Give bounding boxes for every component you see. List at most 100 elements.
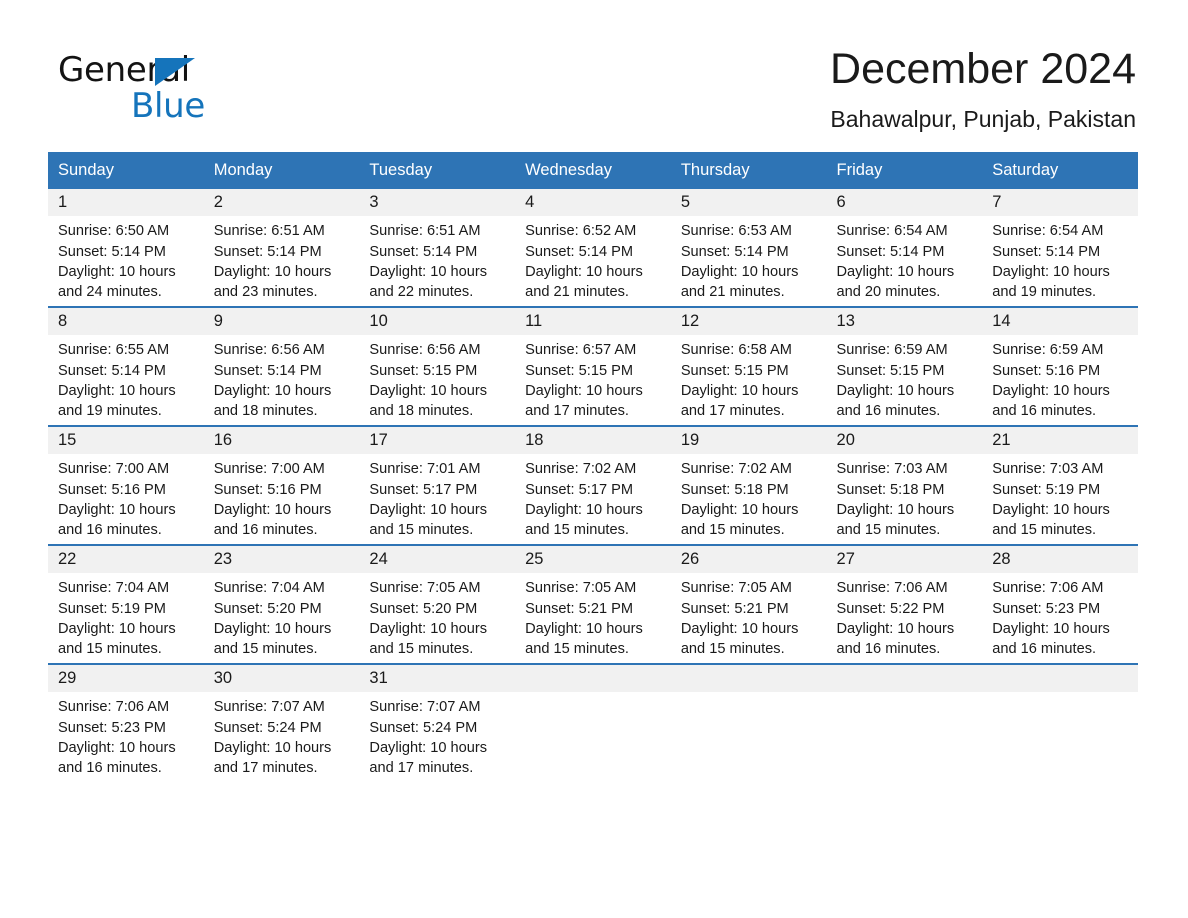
sunset-text: Sunset: 5:18 PM: [836, 481, 945, 498]
day-cell[interactable]: 28 Sunrise: 7:06 AM Sunset: 5:23 PM Dayl…: [982, 544, 1138, 665]
day-cell[interactable]: 29 Sunrise: 7:06 AM Sunset: 5:23 PM Dayl…: [48, 663, 204, 783]
weekday-header-saturday: Saturday: [982, 152, 1138, 190]
sunset-text: Sunset: 5:15 PM: [369, 362, 478, 379]
day-cell[interactable]: 26 Sunrise: 7:05 AM Sunset: 5:21 PM Dayl…: [670, 544, 827, 665]
daylight-text-line2: and 16 minutes.: [213, 521, 318, 538]
day-number: 3: [359, 189, 516, 217]
day-cell[interactable]: 5 Sunrise: 6:53 AM Sunset: 5:14 PM Dayli…: [670, 189, 827, 307]
sunset-text: Sunset: 5:19 PM: [58, 600, 166, 617]
day-number: 4: [515, 189, 671, 217]
day-cell[interactable]: 24 Sunrise: 7:05 AM Sunset: 5:20 PM Dayl…: [359, 544, 516, 665]
day-cell[interactable]: 23 Sunrise: 7:04 AM Sunset: 5:20 PM Dayl…: [203, 544, 360, 665]
sunrise-text: Sunrise: 7:03 AM: [992, 461, 1104, 478]
daylight-text-line1: Daylight: 10 hours: [58, 620, 176, 637]
day-cell[interactable]: 10 Sunrise: 6:56 AM Sunset: 5:15 PM Dayl…: [359, 306, 516, 427]
sunrise-text: Sunrise: 6:57 AM: [525, 342, 637, 359]
sunrise-text: Sunrise: 6:55 AM: [58, 342, 170, 359]
day-number: 29: [48, 665, 204, 693]
daylight-text-line2: and 15 minutes.: [369, 521, 474, 538]
day-cell[interactable]: 30 Sunrise: 7:07 AM Sunset: 5:24 PM Dayl…: [203, 663, 360, 783]
day-info: [671, 692, 827, 697]
day-number: 5: [670, 189, 827, 217]
day-cell[interactable]: 7 Sunrise: 6:54 AM Sunset: 5:14 PM Dayli…: [982, 189, 1138, 307]
calendar-week-row: 1 Sunrise: 6:50 AM Sunset: 5:14 PM Dayli…: [48, 189, 1138, 307]
day-info: Sunrise: 7:04 AM Sunset: 5:20 PM Dayligh…: [204, 573, 360, 658]
day-cell[interactable]: 16 Sunrise: 7:00 AM Sunset: 5:16 PM Dayl…: [203, 425, 360, 546]
day-cell-empty: [982, 663, 1138, 783]
calendar-week-row: 22 Sunrise: 7:04 AM Sunset: 5:19 PM Dayl…: [48, 544, 1138, 665]
day-cell[interactable]: 11 Sunrise: 6:57 AM Sunset: 5:15 PM Dayl…: [515, 306, 671, 427]
day-number: 10: [359, 308, 516, 336]
day-cell[interactable]: 4 Sunrise: 6:52 AM Sunset: 5:14 PM Dayli…: [515, 189, 671, 307]
day-number: 22: [48, 546, 204, 574]
sunrise-text: Sunrise: 6:51 AM: [213, 223, 325, 240]
day-info: Sunrise: 6:59 AM Sunset: 5:16 PM Dayligh…: [982, 335, 1138, 420]
day-cell[interactable]: 13 Sunrise: 6:59 AM Sunset: 5:15 PM Dayl…: [826, 306, 983, 427]
sunrise-text: Sunrise: 7:00 AM: [213, 461, 325, 478]
day-info: Sunrise: 7:06 AM Sunset: 5:22 PM Dayligh…: [827, 573, 983, 658]
day-cell[interactable]: 22 Sunrise: 7:04 AM Sunset: 5:19 PM Dayl…: [48, 544, 204, 665]
daylight-text-line1: Daylight: 10 hours: [213, 263, 332, 280]
day-cell[interactable]: 21 Sunrise: 7:03 AM Sunset: 5:19 PM Dayl…: [982, 425, 1138, 546]
sunrise-text: Sunrise: 6:58 AM: [680, 342, 792, 359]
day-cell[interactable]: 17 Sunrise: 7:01 AM Sunset: 5:17 PM Dayl…: [359, 425, 516, 546]
day-info: Sunrise: 7:02 AM Sunset: 5:17 PM Dayligh…: [515, 454, 671, 539]
day-cell[interactable]: 20 Sunrise: 7:03 AM Sunset: 5:18 PM Dayl…: [826, 425, 983, 546]
daylight-text-line2: and 16 minutes.: [992, 640, 1097, 657]
day-cell[interactable]: 1 Sunrise: 6:50 AM Sunset: 5:14 PM Dayli…: [48, 189, 204, 307]
weekday-header-sunday: Sunday: [48, 152, 204, 190]
daylight-text-line2: and 21 minutes.: [525, 283, 629, 300]
daylight-text-line1: Daylight: 10 hours: [213, 382, 332, 399]
day-number: 25: [515, 546, 671, 574]
daylight-text-line1: Daylight: 10 hours: [525, 263, 643, 280]
sunrise-text: Sunrise: 6:50 AM: [58, 223, 170, 240]
daylight-text-line1: Daylight: 10 hours: [525, 501, 643, 518]
day-number: 2: [203, 189, 360, 217]
day-cell[interactable]: 19 Sunrise: 7:02 AM Sunset: 5:18 PM Dayl…: [670, 425, 827, 546]
day-number: 17: [359, 427, 516, 455]
day-cell[interactable]: 27 Sunrise: 7:06 AM Sunset: 5:22 PM Dayl…: [826, 544, 983, 665]
generalblue-logo: General Blue: [58, 44, 298, 126]
day-number: 15: [48, 427, 204, 455]
sunset-text: Sunset: 5:14 PM: [680, 243, 789, 260]
sunrise-text: Sunrise: 7:07 AM: [213, 699, 325, 716]
day-cell[interactable]: 2 Sunrise: 6:51 AM Sunset: 5:14 PM Dayli…: [203, 189, 360, 307]
day-info: [827, 692, 983, 697]
day-info: Sunrise: 6:52 AM Sunset: 5:14 PM Dayligh…: [515, 216, 671, 301]
sunrise-text: Sunrise: 7:01 AM: [369, 461, 481, 478]
sunset-text: Sunset: 5:15 PM: [680, 362, 789, 379]
day-number: 24: [359, 546, 516, 574]
day-cell[interactable]: 3 Sunrise: 6:51 AM Sunset: 5:14 PM Dayli…: [359, 189, 516, 307]
day-number: 23: [203, 546, 360, 574]
day-cell[interactable]: 12 Sunrise: 6:58 AM Sunset: 5:15 PM Dayl…: [670, 306, 827, 427]
sunset-text: Sunset: 5:14 PM: [992, 243, 1101, 260]
sunrise-text: Sunrise: 7:03 AM: [836, 461, 948, 478]
day-info: Sunrise: 7:00 AM Sunset: 5:16 PM Dayligh…: [48, 454, 204, 539]
day-info: Sunrise: 6:59 AM Sunset: 5:15 PM Dayligh…: [827, 335, 983, 420]
day-cell-empty: [515, 663, 671, 783]
sunrise-text: Sunrise: 7:00 AM: [58, 461, 170, 478]
day-cell[interactable]: 8 Sunrise: 6:55 AM Sunset: 5:14 PM Dayli…: [48, 306, 204, 427]
sunrise-text: Sunrise: 7:04 AM: [58, 580, 170, 597]
day-cell[interactable]: 9 Sunrise: 6:56 AM Sunset: 5:14 PM Dayli…: [203, 306, 360, 427]
day-cell[interactable]: 31 Sunrise: 7:07 AM Sunset: 5:24 PM Dayl…: [359, 663, 516, 783]
calendar-week-row: 8 Sunrise: 6:55 AM Sunset: 5:14 PM Dayli…: [48, 306, 1138, 427]
daylight-text-line1: Daylight: 10 hours: [525, 382, 643, 399]
day-cell[interactable]: 6 Sunrise: 6:54 AM Sunset: 5:14 PM Dayli…: [826, 189, 983, 307]
day-number: 21: [982, 427, 1138, 455]
day-cell[interactable]: 14 Sunrise: 6:59 AM Sunset: 5:16 PM Dayl…: [982, 306, 1138, 427]
sunrise-text: Sunrise: 7:02 AM: [525, 461, 637, 478]
day-info: Sunrise: 7:05 AM Sunset: 5:21 PM Dayligh…: [515, 573, 671, 658]
day-cell[interactable]: 15 Sunrise: 7:00 AM Sunset: 5:16 PM Dayl…: [48, 425, 204, 546]
sunset-text: Sunset: 5:14 PM: [58, 243, 166, 260]
daylight-text-line1: Daylight: 10 hours: [992, 382, 1110, 399]
day-number: 20: [826, 427, 983, 455]
daylight-text-line1: Daylight: 10 hours: [836, 620, 955, 637]
day-cell[interactable]: 18 Sunrise: 7:02 AM Sunset: 5:17 PM Dayl…: [515, 425, 671, 546]
day-cell[interactable]: 25 Sunrise: 7:05 AM Sunset: 5:21 PM Dayl…: [515, 544, 671, 665]
sunrise-text: Sunrise: 6:59 AM: [836, 342, 948, 359]
sunset-text: Sunset: 5:14 PM: [369, 243, 478, 260]
day-number: 28: [982, 546, 1138, 574]
sunset-text: Sunset: 5:14 PM: [525, 243, 634, 260]
daylight-text-line2: and 19 minutes.: [58, 402, 162, 419]
